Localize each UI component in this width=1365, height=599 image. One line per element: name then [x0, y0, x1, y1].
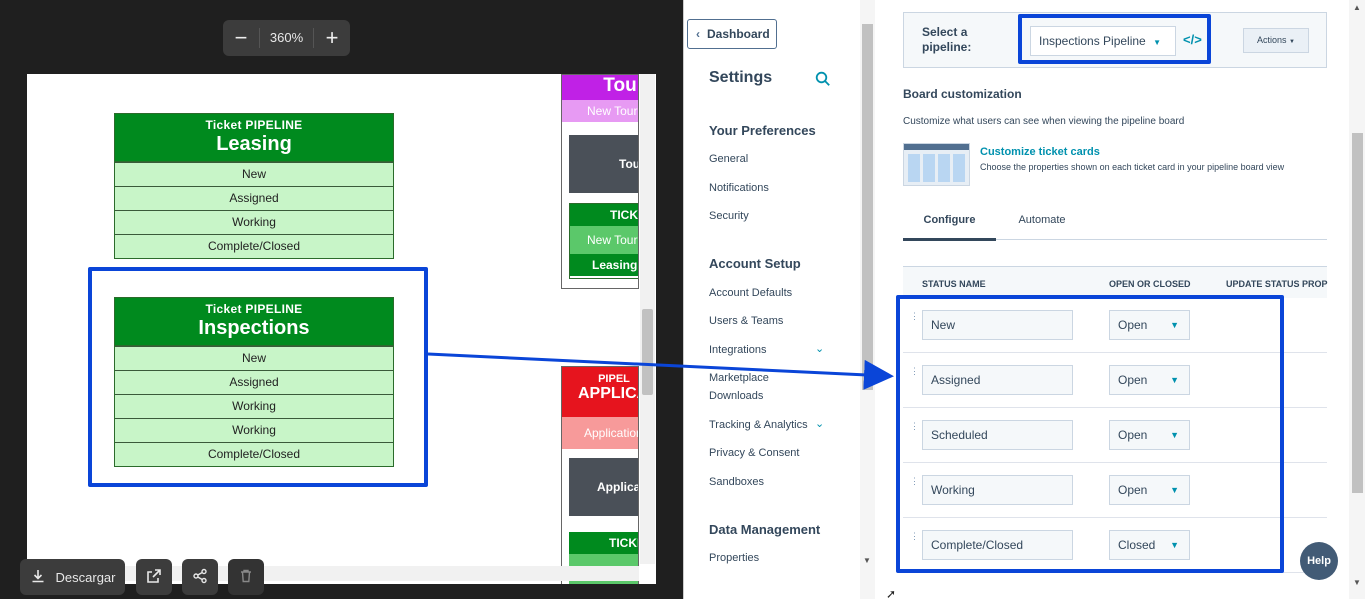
pipeline-header: Ticket PIPELINE Leasing: [115, 114, 393, 162]
zoom-control: − 360% +: [223, 20, 350, 56]
sidebar-item[interactable]: Sandboxes: [709, 476, 764, 488]
status-table-header: STATUS NAME OPEN OR CLOSED UPDATE STATUS…: [903, 266, 1328, 298]
ticket-mini-leasing: Leasing: [570, 254, 638, 276]
sidebar-item[interactable]: Properties: [709, 552, 759, 564]
sidebar-item[interactable]: General: [709, 153, 748, 165]
scroll-up-arrow-icon[interactable]: ▲: [1353, 3, 1361, 12]
sidebar-item[interactable]: Tracking & Analytics: [709, 419, 808, 431]
pipeline-title: Leasing: [216, 133, 292, 155]
application-subtitle: PIPEL: [598, 373, 630, 385]
customize-cards-link[interactable]: Customize ticket cards: [980, 146, 1100, 158]
zoom-level: 360%: [259, 28, 314, 48]
download-label: Descargar: [55, 569, 116, 585]
settings-title: Settings: [709, 69, 773, 86]
sidebar-item[interactable]: Integrations: [709, 344, 766, 356]
image-viewer: − 360% + Ticket PIPELINE Leasing New Ass…: [0, 0, 683, 599]
chevron-left-icon: ‹: [696, 27, 700, 41]
select-pipeline-label: Select a pipeline:: [922, 25, 972, 54]
sidebar-item[interactable]: Privacy & Consent: [709, 447, 799, 459]
pipeline-subtitle: Ticket PIPELINE: [205, 118, 303, 132]
tab-automate[interactable]: Automate: [1004, 214, 1080, 241]
pipeline-dropdown-value: Inspections Pipeline: [1039, 34, 1146, 48]
application-gray: Applica: [569, 458, 638, 516]
download-icon: [30, 568, 46, 587]
application-title: APPLICA: [578, 385, 638, 402]
share-icon: [192, 568, 208, 587]
sidebar-item[interactable]: Account Defaults: [709, 287, 792, 299]
column-header: UPDATE STATUS PROP: [1226, 279, 1328, 289]
sidebar-scrollbar[interactable]: ▼: [860, 0, 875, 599]
zoom-in-button[interactable]: +: [314, 20, 350, 56]
scroll-down-arrow-icon[interactable]: ▼: [1353, 578, 1361, 587]
ticket-mini-row: New Tour: [570, 226, 638, 254]
tour-gray: Tou: [569, 135, 638, 193]
chevron-down-icon[interactable]: ⌄: [815, 417, 824, 430]
settings-panel: ‹ Dashboard Settings Your Preferences Gen…: [683, 0, 1365, 599]
back-label: Dashboard: [707, 27, 770, 41]
application-partial: PIPEL APPLICA Application Applica TICKE: [561, 366, 639, 584]
inspections-highlight-box: [88, 267, 428, 487]
zoom-out-button[interactable]: −: [223, 20, 259, 56]
pipeline-dropdown[interactable]: Inspections Pipeline ▼: [1030, 26, 1176, 56]
stage-row: Complete/Closed: [115, 234, 393, 258]
download-button[interactable]: Descargar: [20, 559, 125, 595]
image-canvas: Ticket PIPELINE Leasing New Assigned Wor…: [27, 74, 656, 584]
search-icon[interactable]: [815, 71, 831, 92]
column-header: STATUS NAME: [922, 279, 986, 289]
pipeline-leasing: Ticket PIPELINE Leasing New Assigned Wor…: [114, 113, 394, 259]
main-scrollbar[interactable]: ▲ ▼: [1349, 0, 1365, 599]
board-customization-title: Board customization: [903, 87, 1022, 101]
settings-sidebar: ‹ Dashboard Settings Your Preferences Gen…: [684, 0, 876, 599]
ticket-cards-thumbnail-icon: [903, 143, 970, 186]
sidebar-item[interactable]: Security: [709, 210, 749, 222]
customize-cards-desc: Choose the properties shown on each tick…: [980, 162, 1285, 172]
stage-row: Assigned: [115, 186, 393, 210]
open-external-button[interactable]: [136, 559, 172, 595]
help-button[interactable]: Help: [1300, 542, 1338, 580]
viewer-vertical-scrollbar[interactable]: [640, 74, 655, 564]
ticket-mini-title: TICKE: [569, 532, 638, 554]
tab-configure[interactable]: Configure: [903, 214, 996, 241]
back-to-dashboard-button[interactable]: ‹ Dashboard: [687, 19, 777, 49]
ticket-mini-title: TICKE: [570, 204, 638, 226]
code-embed-icon[interactable]: </>: [1183, 32, 1202, 47]
ticket-mini: TICKE New Tour Leasing: [569, 203, 638, 279]
actions-button[interactable]: Actions ▼: [1243, 28, 1309, 53]
sidebar-section-heading: Data Management: [709, 522, 821, 537]
share-button[interactable]: [182, 559, 218, 595]
pipeline-selector-bar: Select a pipeline: Inspections Pipeline …: [903, 12, 1327, 68]
caret-down-icon: ▼: [1289, 39, 1295, 45]
application-row: Application: [562, 417, 638, 449]
caret-down-icon: ▼: [1153, 38, 1161, 47]
stage-row: New: [115, 162, 393, 186]
tour-row: New Tour: [562, 100, 638, 122]
sidebar-section-heading: Your Preferences: [709, 123, 816, 138]
trash-icon: [238, 568, 254, 587]
application-header: PIPEL APPLICA: [562, 367, 638, 417]
sidebar-item[interactable]: Notifications: [709, 182, 769, 194]
settings-main: Select a pipeline: Inspections Pipeline …: [876, 0, 1351, 599]
sidebar-item[interactable]: Users & Teams: [709, 315, 783, 327]
tour-title: Tou: [562, 75, 638, 100]
external-link-icon: [146, 568, 162, 587]
board-customization-desc: Customize what users can see when viewin…: [903, 116, 1185, 127]
sidebar-item[interactable]: Downloads: [709, 390, 763, 402]
tour-partial: Tou New Tour Tou TICKE New Tour Leasing: [561, 74, 639, 289]
sidebar-item[interactable]: Marketplace: [709, 372, 769, 384]
mouse-cursor-icon: ➚: [886, 587, 897, 599]
column-header: OPEN OR CLOSED: [1109, 279, 1191, 289]
sidebar-section-heading: Account Setup: [709, 256, 801, 271]
delete-button[interactable]: [228, 559, 264, 595]
stage-row: Working: [115, 210, 393, 234]
chevron-down-icon[interactable]: ⌄: [815, 342, 824, 355]
scroll-down-arrow-icon[interactable]: ▼: [863, 556, 871, 565]
actions-label: Actions: [1257, 35, 1287, 45]
status-highlight-box: [896, 295, 1284, 573]
